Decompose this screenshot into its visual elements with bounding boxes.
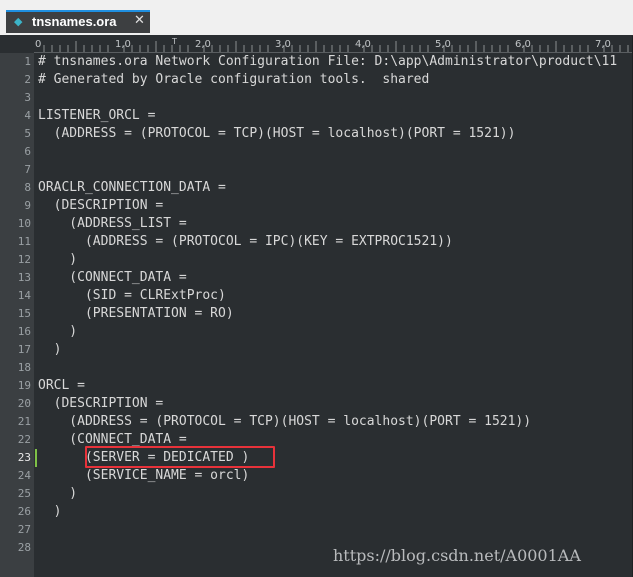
file-type-icon: ◆ [14, 15, 23, 28]
code-line[interactable]: (SERVICE_NAME = orcl) [34, 467, 633, 485]
code-line[interactable]: (ADDRESS = (PROTOCOL = IPC)(KEY = EXTPRO… [34, 233, 633, 251]
code-line[interactable]: # tnsnames.ora Network Configuration Fil… [34, 53, 633, 71]
ruler-label: 1,0 [115, 39, 131, 50]
ruler-label: 6,0 [515, 39, 531, 50]
code-line-text: (ADDRESS = (PROTOCOL = TCP)(HOST = local… [38, 414, 532, 429]
code-line[interactable]: (CONNECT_DATA = [34, 269, 633, 287]
code-line[interactable]: ) [34, 503, 633, 521]
code-line[interactable] [34, 161, 633, 179]
line-number: 16 [17, 325, 31, 338]
code-line[interactable]: (ADDRESS = (PROTOCOL = TCP)(HOST = local… [34, 413, 633, 431]
change-marker [35, 449, 37, 467]
line-number: 13 [17, 271, 31, 284]
code-line[interactable]: LISTENER_ORCL = [34, 107, 633, 125]
tab-tnsnames[interactable]: ◆ tnsnames.ora ✕ [6, 10, 150, 33]
code-line[interactable]: (DESCRIPTION = [34, 197, 633, 215]
code-line-text: (ADDRESS_LIST = [38, 216, 187, 231]
code-line-text: (SID = CLRExtProc) [38, 288, 226, 303]
code-line[interactable] [34, 521, 633, 539]
code-line[interactable]: ) [34, 485, 633, 503]
ruler-ticks [43, 41, 629, 52]
watermark-text: https://blog.csdn.net/A0001AA [333, 546, 581, 565]
code-line[interactable]: ORCL = [34, 377, 633, 395]
line-number: 2 [24, 73, 31, 86]
line-number: 18 [17, 361, 31, 374]
annotation-highlight-box [85, 446, 275, 468]
ruler-label: 3,0 [275, 39, 291, 50]
line-number: 20 [17, 397, 31, 410]
line-number: 25 [17, 487, 31, 500]
ruler-label: 4,0 [355, 39, 371, 50]
column-ruler: 0 1,0 2,0 3,0 4,0 5,0 6,0 7,0 T [34, 36, 633, 53]
code-line-text: (ADDRESS = (PROTOCOL = IPC)(KEY = EXTPRO… [38, 234, 453, 249]
tab-label: tnsnames.ora [32, 14, 117, 29]
code-editor[interactable]: # tnsnames.ora Network Configuration Fil… [34, 53, 633, 577]
ruler-svg: 0 1,0 2,0 3,0 4,0 5,0 6,0 7,0 T [35, 37, 629, 52]
code-line-text: ORCL = [38, 378, 85, 393]
line-number: 11 [17, 235, 31, 248]
code-line-text: (DESCRIPTION = [38, 396, 164, 411]
code-line[interactable]: (ADDRESS_LIST = [34, 215, 633, 233]
code-line-text: (CONNECT_DATA = [38, 270, 187, 285]
line-number: 15 [17, 307, 31, 320]
code-line-text: (ADDRESS = (PROTOCOL = TCP)(HOST = local… [38, 126, 516, 141]
line-number: 10 [17, 217, 31, 230]
code-line[interactable]: (PRESENTATION = RO) [34, 305, 633, 323]
line-number: 7 [24, 163, 31, 176]
code-line[interactable]: (DESCRIPTION = [34, 395, 633, 413]
code-line-text: (DESCRIPTION = [38, 198, 164, 213]
code-line-text: (SERVICE_NAME = orcl) [38, 468, 250, 483]
code-line-text: ORACLR_CONNECTION_DATA = [38, 180, 226, 195]
line-number: 19 [17, 379, 31, 392]
code-line-text: ) [38, 342, 62, 357]
line-number: 21 [17, 415, 31, 428]
code-line[interactable]: (ADDRESS = (PROTOCOL = TCP)(HOST = local… [34, 125, 633, 143]
code-line-text: ) [38, 504, 62, 519]
code-line[interactable] [34, 359, 633, 377]
ruler-tab-marker: T [171, 37, 177, 46]
line-number: 12 [17, 253, 31, 266]
code-line[interactable]: ORACLR_CONNECTION_DATA = [34, 179, 633, 197]
line-number: 4 [24, 109, 31, 122]
code-line[interactable]: ) [34, 323, 633, 341]
ruler-label: 5,0 [435, 39, 451, 50]
line-number: 3 [24, 91, 31, 104]
line-number: 28 [17, 541, 31, 554]
close-icon[interactable]: ✕ [134, 13, 145, 28]
gutter-corner [0, 36, 34, 53]
line-number: 8 [24, 181, 31, 194]
code-line-text: # Generated by Oracle configuration tool… [38, 72, 430, 87]
line-number: 26 [17, 505, 31, 518]
ruler-label: 2,0 [195, 39, 211, 50]
code-line-text: ) [38, 324, 78, 339]
code-line-text: # tnsnames.ora Network Configuration Fil… [38, 54, 618, 69]
line-number: 6 [24, 145, 31, 158]
code-line[interactable]: # Generated by Oracle configuration tool… [34, 71, 633, 89]
line-number: 17 [17, 343, 31, 356]
code-line-text: ) [38, 252, 78, 267]
line-number: 14 [17, 289, 31, 302]
code-line[interactable]: ) [34, 251, 633, 269]
ruler-label: 7,0 [595, 39, 611, 50]
code-line[interactable] [34, 89, 633, 107]
ruler-label: 0 [35, 39, 41, 50]
line-number: 27 [17, 523, 31, 536]
line-number: 1 [24, 55, 31, 68]
line-number: 22 [17, 433, 31, 446]
code-line-text: ) [38, 486, 78, 501]
code-line-text: (PRESENTATION = RO) [38, 306, 234, 321]
line-number: 5 [24, 127, 31, 140]
tab-bar: ◆ tnsnames.ora ✕ [0, 0, 633, 35]
line-number: 9 [24, 199, 31, 212]
code-line-text: LISTENER_ORCL = [38, 108, 156, 123]
code-line[interactable]: (SID = CLRExtProc) [34, 287, 633, 305]
code-line[interactable]: ) [34, 341, 633, 359]
ruler-labels: 0 1,0 2,0 3,0 4,0 5,0 6,0 7,0 [35, 39, 611, 50]
code-line[interactable] [34, 143, 633, 161]
line-number: 24 [17, 469, 31, 482]
line-number: 23 [17, 451, 31, 464]
